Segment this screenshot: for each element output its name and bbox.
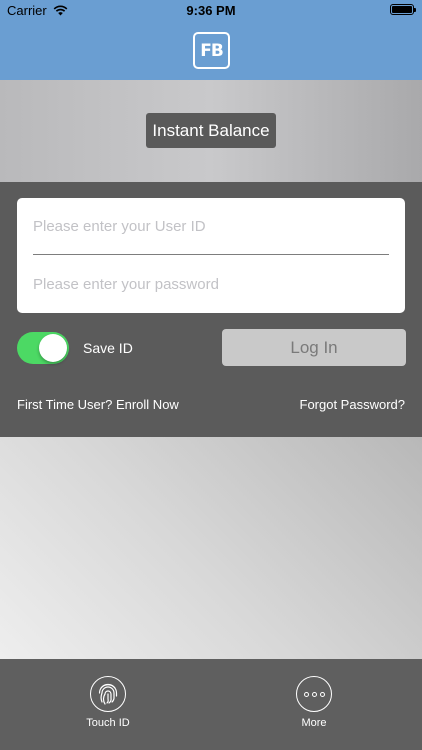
- toggle-knob: [39, 334, 67, 362]
- tab-touch-id[interactable]: Touch ID: [68, 676, 148, 729]
- forgot-password-link[interactable]: Forgot Password?: [300, 397, 406, 412]
- battery-icon: [390, 4, 416, 15]
- enroll-link[interactable]: First Time User? Enroll Now: [17, 397, 179, 412]
- app-header: Carrier 9:36 PM FB: [0, 0, 422, 80]
- status-bar: Carrier 9:36 PM: [0, 0, 422, 22]
- more-icon: [296, 676, 332, 712]
- save-id-toggle[interactable]: [17, 332, 69, 364]
- field-divider: [33, 254, 389, 255]
- tab-bar: [0, 659, 422, 750]
- fingerprint-icon: [90, 676, 126, 712]
- instant-balance-button[interactable]: Instant Balance: [146, 113, 276, 148]
- fb-logo-icon: FB: [193, 32, 230, 69]
- tab-more[interactable]: More: [274, 676, 354, 729]
- bottom-background-area: [0, 437, 422, 659]
- logo-text: FB: [200, 41, 224, 61]
- save-id-label: Save ID: [83, 340, 133, 356]
- password-input[interactable]: [33, 269, 389, 299]
- user-id-input[interactable]: [33, 211, 389, 241]
- credentials-card: [17, 198, 405, 313]
- login-button[interactable]: Log In: [222, 329, 406, 366]
- status-time: 9:36 PM: [186, 3, 236, 18]
- tab-touch-id-label: Touch ID: [86, 717, 130, 729]
- tab-more-label: More: [301, 717, 327, 729]
